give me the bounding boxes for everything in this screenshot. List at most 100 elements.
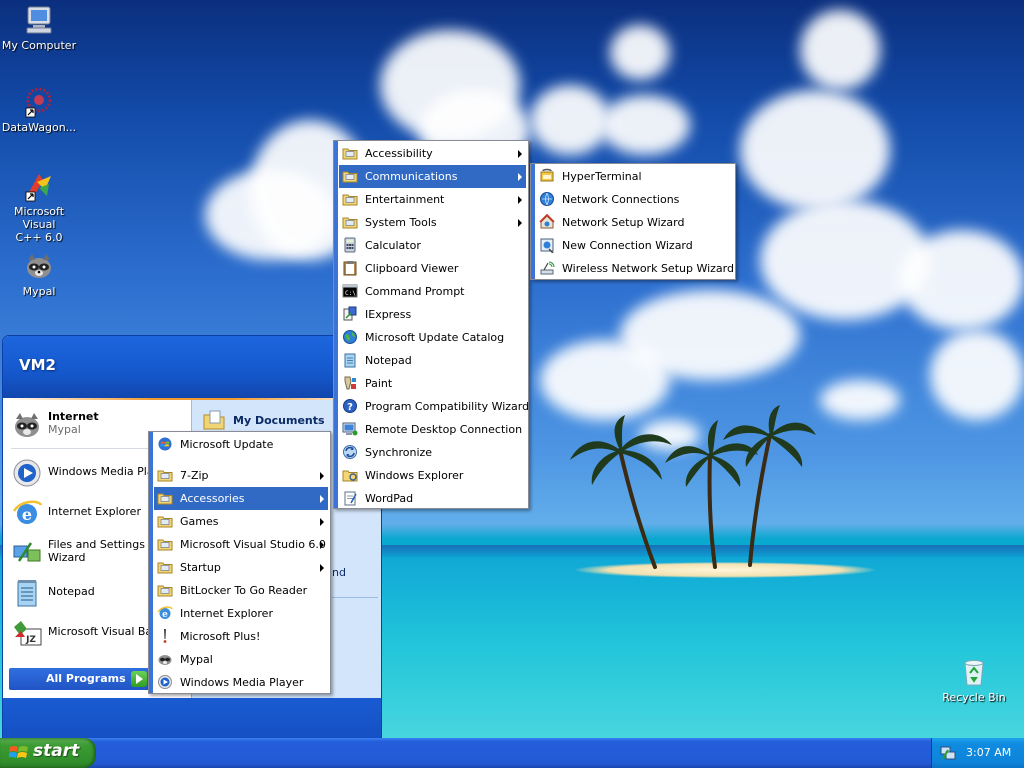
menu-item-microsoft-update[interactable]: Microsoft Update: [154, 433, 328, 456]
menu-item-network-setup-wizard[interactable]: Network Setup Wizard: [536, 211, 733, 234]
menu-item-label: Internet Explorer: [180, 607, 273, 620]
wallpaper-cloud: [930, 330, 1024, 420]
menu-item-clipboard-viewer[interactable]: Clipboard Viewer: [339, 257, 526, 280]
submenu-arrow-icon: [320, 472, 324, 480]
recycle-bin-icon: [958, 656, 990, 688]
menu-item-label: Microsoft Visual Studio 6.0: [180, 538, 326, 551]
menu-item-bitlocker-to-go-reader[interactable]: BitLocker To Go Reader: [154, 579, 328, 602]
menu-item-synchronize[interactable]: Synchronize: [339, 441, 526, 464]
files-settings-transfer-icon: [11, 537, 43, 569]
start-menu-footer: [3, 698, 381, 739]
submenu-arrow-icon: [320, 564, 324, 572]
menu-item-command-prompt[interactable]: C:\ Command Prompt: [339, 280, 526, 303]
all-programs-button[interactable]: All Programs: [9, 668, 151, 690]
menu-item-7-zip[interactable]: 7-Zip: [154, 464, 328, 487]
menu-item-network-connections[interactable]: Network Connections: [536, 188, 733, 211]
menu-item-label: 7-Zip: [180, 469, 209, 482]
command-prompt-icon: C:\: [342, 283, 358, 299]
calculator-icon: [342, 237, 358, 253]
menu-item-startup[interactable]: Startup: [154, 556, 328, 579]
menu-item-label: System Tools: [365, 216, 437, 229]
menu-item-microsoft-visual-studio-6-0[interactable]: Microsoft Visual Studio 6.0: [154, 533, 328, 556]
wordpad-icon: [342, 490, 358, 506]
folder-icon: [157, 467, 173, 483]
menu-stripe: [334, 141, 338, 508]
menu-item-label: Wireless Network Setup Wizard: [562, 262, 734, 275]
my-documents-label: My Documents: [233, 414, 325, 427]
my-computer-icon: [23, 4, 55, 36]
menu-item-notepad[interactable]: Notepad: [339, 349, 526, 372]
menu-item-wireless-network-setup-wizard[interactable]: Wireless Network Setup Wizard: [536, 257, 734, 280]
remote-desktop-icon: [342, 421, 358, 437]
arrow-right-icon: [131, 671, 147, 687]
accessories-menu: Accessibility Communications Entertainment…: [333, 140, 529, 509]
menu-item-label: Microsoft Plus!: [180, 630, 261, 643]
menu-item-microsoft-update-catalog[interactable]: Microsoft Update Catalog: [339, 326, 526, 349]
menu-item-communications[interactable]: Communications: [339, 165, 526, 188]
menu-item-games[interactable]: Games: [154, 510, 328, 533]
wallpaper-cloud: [610, 25, 670, 80]
submenu-arrow-icon: [320, 495, 324, 503]
menu-item-entertainment[interactable]: Entertainment: [339, 188, 526, 211]
menu-item-label: Microsoft Update: [180, 438, 274, 451]
menu-item-windows-explorer[interactable]: Windows Explorer: [339, 464, 526, 487]
menu-item-new-connection-wizard[interactable]: New Connection Wizard: [536, 234, 733, 257]
desktop-icon-datawagon[interactable]: DataWagon...: [0, 86, 78, 134]
globe-icon: [342, 329, 358, 345]
menu-item-mypal[interactable]: Mypal: [154, 648, 328, 671]
menu-item-label: Accessibility: [365, 147, 433, 160]
menu-item-label: Windows Explorer: [365, 469, 464, 482]
menu-item-paint[interactable]: Paint: [339, 372, 526, 395]
menu-item-program-compatibility-wizard[interactable]: ? Program Compatibility Wizard: [339, 395, 530, 418]
menu-item-label: Games: [180, 515, 219, 528]
my-documents-icon: [202, 408, 226, 432]
menu-item-accessibility[interactable]: Accessibility: [339, 142, 526, 165]
datawagon-icon: [23, 86, 55, 118]
desktop-icon-label-line2: C++ 6.0: [15, 231, 63, 244]
menu-item-hyperterminal[interactable]: HyperTerminal: [536, 165, 733, 188]
svg-text:JZ: JZ: [25, 635, 36, 645]
menu-stripe: [149, 432, 153, 693]
menu-item-label: Paint: [365, 377, 393, 390]
menu-item-calculator[interactable]: Calculator: [339, 234, 526, 257]
menu-item-remote-desktop-connection[interactable]: Remote Desktop Connection: [339, 418, 526, 441]
desktop-icon-label: My Computer: [1, 39, 77, 52]
pinned-internet-title: Internet: [48, 410, 99, 423]
desktop-icon-label: Recycle Bin: [942, 691, 1006, 704]
desktop-icon-my-computer[interactable]: My Computer: [0, 4, 78, 52]
menu-item-iexpress[interactable]: IExpress: [339, 303, 526, 326]
separator: [332, 597, 378, 598]
desktop-icon-recycle-bin[interactable]: Recycle Bin: [935, 656, 1013, 704]
menu-item-label: Command Prompt: [365, 285, 465, 298]
visual-basic-icon: JZ: [11, 617, 43, 649]
menu-item-accessories[interactable]: Accessories: [154, 487, 328, 510]
submenu-arrow-icon: [320, 541, 324, 549]
menu-item-windows-media-player[interactable]: Windows Media Player: [154, 671, 328, 694]
menu-item-system-tools[interactable]: System Tools: [339, 211, 526, 234]
folder-icon: [342, 191, 358, 207]
all-programs-label: All Programs: [46, 672, 126, 685]
network-tray-icon[interactable]: [940, 745, 956, 761]
menu-item-label: Program Compatibility Wizard: [365, 400, 530, 413]
menu-item-microsoft-plus[interactable]: Microsoft Plus!: [154, 625, 328, 648]
desktop-icon-visual-cpp[interactable]: Microsoft Visual C++ 6.0: [0, 170, 78, 244]
wallpaper-cloud: [820, 380, 900, 420]
start-button[interactable]: start: [0, 738, 96, 768]
pinned-internet-subtitle: Mypal: [48, 423, 81, 436]
start-label: start: [33, 741, 80, 761]
desktop-icon-mypal[interactable]: Mypal: [0, 250, 78, 298]
taskbar: start 3:07 AM: [0, 738, 1024, 768]
windows-media-player-icon: [11, 457, 43, 489]
menu-item-internet-explorer[interactable]: e Internet Explorer: [154, 602, 328, 625]
menu-item-wordpad[interactable]: WordPad: [339, 487, 526, 510]
clock[interactable]: 3:07 AM: [966, 746, 1011, 759]
menu-item-label: Notepad: [365, 354, 412, 367]
menu-item-label: Network Connections: [562, 193, 680, 206]
submenu-arrow-icon: [518, 173, 522, 181]
clipboard-icon: [342, 260, 358, 276]
folder-icon: [157, 513, 173, 529]
menu-item-label: Remote Desktop Connection: [365, 423, 523, 436]
svg-text:C:\: C:\: [345, 290, 356, 297]
desktop-icon-label: DataWagon...: [1, 121, 77, 134]
folder-icon: [342, 214, 358, 230]
